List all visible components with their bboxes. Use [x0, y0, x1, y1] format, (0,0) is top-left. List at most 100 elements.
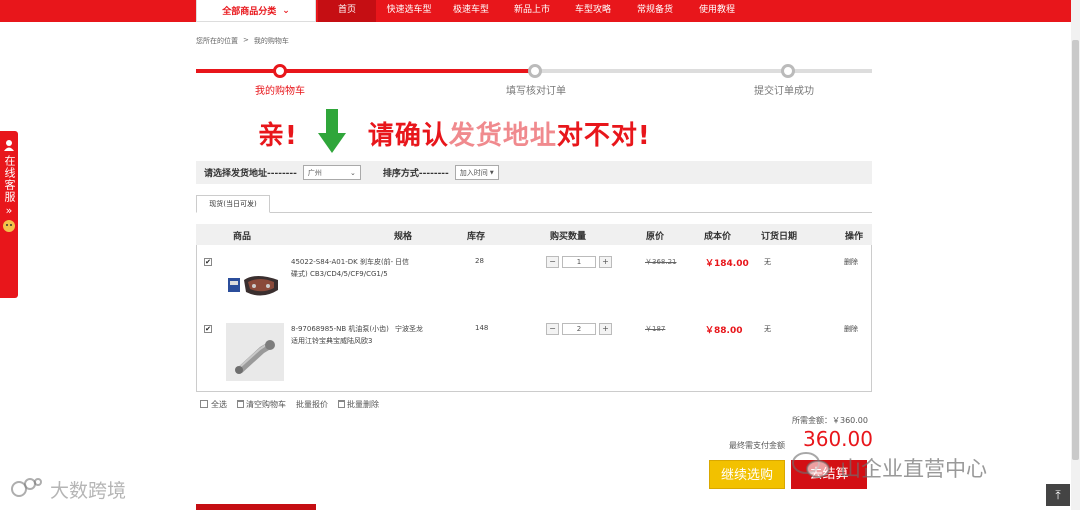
product-name-line2[interactable]: 适用江铃宝典宝威陆风欧3 [291, 336, 372, 346]
tab-underline [196, 212, 872, 213]
product-stock: 28 [475, 257, 484, 265]
back-to-top-icon[interactable]: ⤒ [1046, 484, 1070, 506]
filter-bar: 请选择发货地址-------- 广州 ⌄ 排序方式-------- 加入时间 ▼ [196, 161, 872, 184]
header-cost-price: 成本价 [704, 232, 732, 242]
product-name-line1[interactable]: 8-97068985-NB 机油泵(小齿) [291, 324, 389, 334]
nav-item-stock[interactable]: 常规备货 [625, 0, 685, 22]
batch-delete-link[interactable]: 批量删除 [338, 399, 379, 410]
product-spec: 日信 [395, 258, 409, 266]
online-service-tab[interactable]: 在线客服 » [0, 131, 18, 298]
delete-link[interactable]: 删除 [844, 324, 858, 334]
required-value: ￥360.00 [832, 416, 868, 425]
category-label: 全部商品分类 [222, 7, 277, 17]
online-service-label: 在线客服 [3, 155, 16, 203]
cart-table-header: 商品 规格 库存 购买数量 原价 成本价 订货日期 操作 [196, 224, 872, 245]
breadcrumb-separator: > [243, 36, 249, 44]
nav-item-tutorial[interactable]: 使用教程 [688, 0, 746, 22]
header-order-date: 订货日期 [761, 232, 798, 242]
batch-quote-link[interactable]: 批量报价 [296, 399, 328, 410]
trash-icon [338, 400, 345, 408]
nav-item-fast-models[interactable]: 极速车型 [442, 0, 500, 22]
increment-button[interactable]: + [599, 256, 612, 268]
header-orig-price: 原价 [646, 232, 665, 242]
row-checkbox[interactable]: ✔ [204, 325, 212, 333]
address-select[interactable]: 广州 ⌄ [302, 165, 361, 180]
clear-cart-label: 清空购物车 [246, 400, 286, 409]
progress-node-success [781, 64, 795, 78]
batch-delete-label: 批量删除 [347, 400, 379, 409]
top-nav: 全部商品分类 ⌄ 首页 快速选车型 极速车型 新品上市 车型攻略 常规备货 使用… [0, 0, 1080, 22]
banner-text-2: 请确认 [367, 120, 449, 151]
header-quantity: 购买数量 [550, 232, 587, 242]
progress-fill [196, 69, 536, 73]
progress-label-success: 提交订单成功 [754, 86, 814, 97]
nav-item-home[interactable]: 首页 [318, 0, 376, 22]
header-product: 商品 [233, 232, 252, 242]
watermark-right-text: 山企业直营中心 [840, 456, 987, 481]
original-price: ￥187 [645, 325, 666, 333]
breadcrumb: 您所在的位置 > 我的购物车 [196, 36, 289, 46]
nav-item-quick-select[interactable]: 快速选车型 [378, 0, 440, 22]
increment-button[interactable]: + [599, 323, 612, 335]
progress-node-cart [273, 64, 287, 78]
select-all[interactable]: 全选 [200, 399, 227, 410]
product-name-line2[interactable]: 碟式) CB3/CD4/5/CF9/CG1/5 [291, 269, 388, 279]
product-image-oil-pump[interactable] [226, 323, 284, 381]
watermark-left-text: 大数跨境 [50, 480, 127, 502]
scrollbar-thumb[interactable] [1072, 40, 1079, 460]
batch-actions: 全选 清空购物车 批量报价 批量删除 [200, 399, 379, 410]
required-label: 所需金额： [792, 416, 832, 425]
select-all-checkbox[interactable] [200, 400, 208, 408]
clear-cart-link[interactable]: 清空购物车 [237, 399, 286, 410]
select-all-label: 全选 [211, 400, 227, 409]
original-price: ￥368.21 [645, 258, 677, 266]
progress-label-cart: 我的购物车 [255, 86, 305, 97]
nav-item-new-arrivals[interactable]: 新品上市 [503, 0, 561, 22]
sort-select[interactable]: 加入时间 ▼ [454, 165, 499, 180]
breadcrumb-current[interactable]: 我的购物车 [254, 36, 289, 46]
category-dropdown[interactable]: 全部商品分类 ⌄ [196, 0, 316, 22]
quantity-stepper: − 1 + [546, 256, 612, 268]
table-row: ✔ 8-97068985-NB 机油泵(小齿) 适用江铃宝典宝威陆风欧3 宁波圣… [197, 320, 873, 390]
header-action: 操作 [845, 232, 864, 242]
breadcrumb-prefix: 您所在的位置 [196, 37, 238, 45]
weibo-icon [10, 476, 44, 503]
banner-text-4: 对不对! [556, 120, 651, 151]
cost-price: ￥184.00 [705, 259, 749, 269]
arrow-down-icon [317, 109, 346, 153]
product-image-brake-pad[interactable] [226, 266, 284, 322]
continue-shopping-button[interactable]: 继续选购 [709, 460, 785, 489]
vertical-scrollbar[interactable] [1071, 0, 1080, 510]
address-select-value: 广州 [307, 168, 322, 177]
nav-item-guides[interactable]: 车型攻略 [564, 0, 622, 22]
wechat-icon [790, 450, 832, 485]
header-spec: 规格 [394, 232, 413, 242]
address-label: 请选择发货地址-------- [204, 169, 297, 179]
delete-link[interactable]: 删除 [844, 257, 858, 267]
quantity-input[interactable]: 1 [562, 256, 596, 268]
address-reminder-banner: 亲! 请确认 发货地址 对不对! [258, 109, 651, 154]
tab-in-stock[interactable]: 现货(当日可发) [196, 195, 270, 213]
mascot-icon [2, 218, 16, 237]
decrement-button[interactable]: − [546, 323, 559, 335]
final-amount-value: 360.00 [803, 427, 873, 451]
decrement-button[interactable]: − [546, 256, 559, 268]
row-checkbox[interactable]: ✔ [204, 258, 212, 266]
product-stock: 148 [475, 324, 489, 332]
sort-select-value: 加入时间 [459, 168, 488, 177]
banner-text-3: 发货地址 [448, 120, 557, 151]
watermark-right: 山企业直营中心 [790, 450, 987, 485]
required-amount: 所需金额：￥360.00 [792, 415, 868, 426]
progress-node-confirm [528, 64, 542, 78]
triangle-down-icon: ▼ [489, 169, 494, 176]
chevron-down-icon: ⌄ [282, 5, 290, 16]
user-icon [4, 139, 14, 154]
product-name-line1[interactable]: 45022-S84-A01-DK 刹车皮(前- [291, 257, 393, 267]
quantity-input[interactable]: 2 [562, 323, 596, 335]
progress-label-confirm: 填写核对订单 [506, 86, 566, 97]
trash-icon [237, 400, 244, 408]
final-amount-label: 最终需支付金额 [729, 441, 785, 450]
cart-table-body: ✔ 45022-S84-A01-DK 刹车皮(前- 碟式) CB3/CD4/5/… [196, 245, 872, 392]
banner-text-1: 亲! [258, 120, 298, 151]
product-spec: 宁波圣龙 [395, 325, 423, 333]
